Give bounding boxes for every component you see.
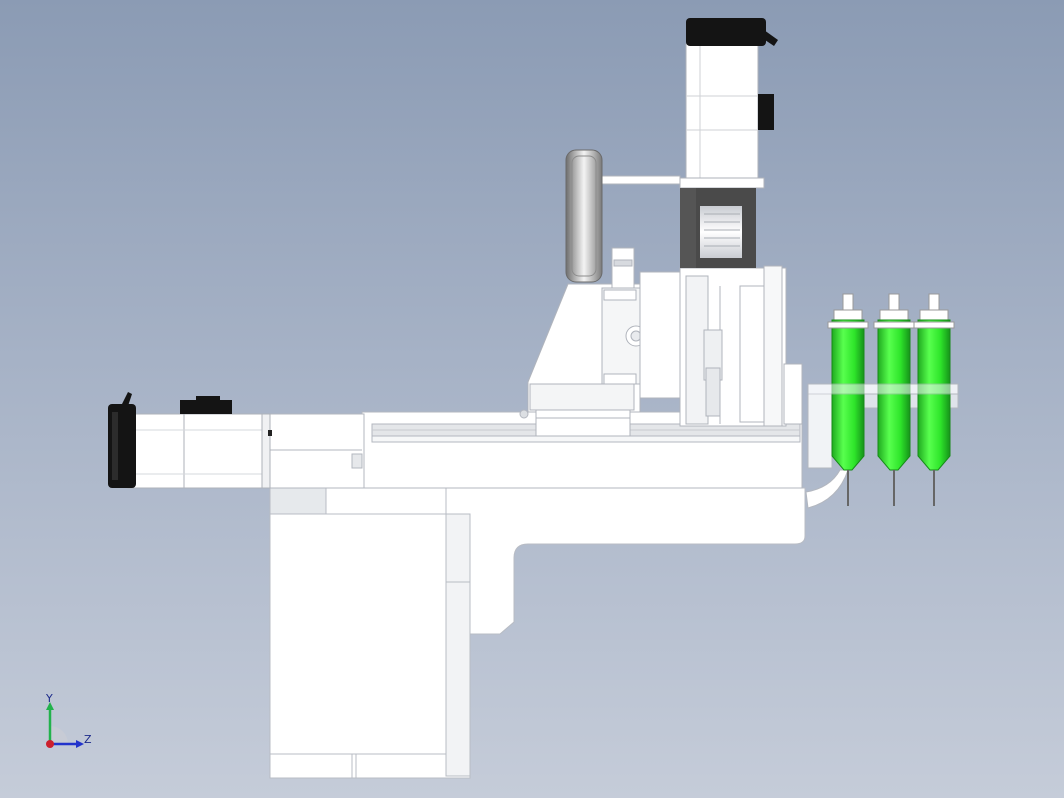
machine-model[interactable]: [0, 0, 1064, 798]
axis-triad: Y Z: [36, 692, 100, 758]
c-bracket: [680, 188, 756, 268]
z-axis-label: Z: [84, 733, 92, 746]
triad-graphic: [46, 702, 84, 748]
top-servo-motor: [679, 18, 778, 189]
base-frame: [269, 487, 806, 779]
syringe-2: [873, 293, 915, 506]
y-axis-label: Y: [46, 692, 53, 705]
syringe-1: [827, 293, 869, 506]
left-servo-motor: [108, 392, 272, 489]
syringe-clamp: [807, 383, 959, 395]
syringe-3: [913, 293, 955, 506]
cad-viewport[interactable]: Y Z: [0, 0, 1064, 798]
